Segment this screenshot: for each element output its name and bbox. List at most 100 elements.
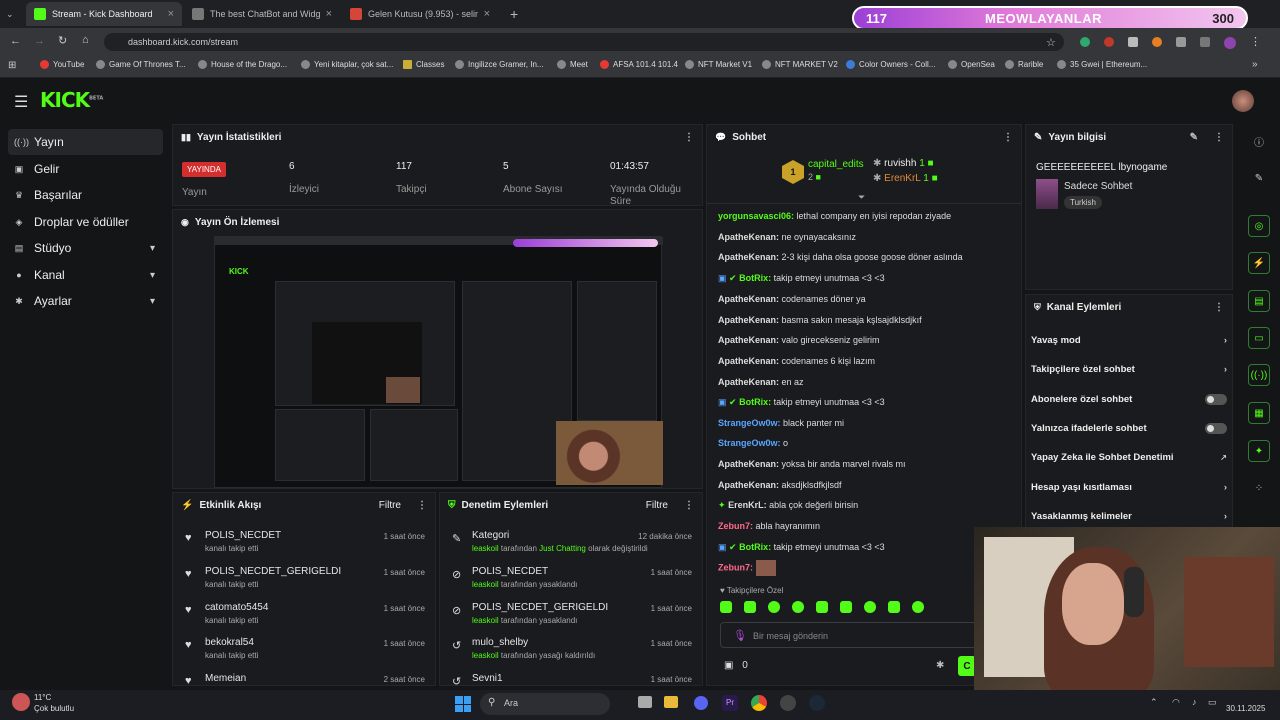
sidebar-item-studyo[interactable]: ▤ Stüdyo ▾: [8, 235, 163, 261]
chat-message[interactable]: Zebun7:: [718, 560, 776, 576]
emote-icon[interactable]: [768, 601, 780, 613]
layout-tool-icon[interactable]: ▦: [1248, 402, 1270, 424]
banned-words-item[interactable]: Yasaklanmış kelimeler ›: [1031, 506, 1227, 526]
sidebar-item-droplar[interactable]: ◈ Droplar ve ödüller: [8, 209, 163, 235]
task-view-icon[interactable]: [638, 696, 652, 708]
extension-icon[interactable]: [1128, 37, 1138, 47]
chat-message[interactable]: StrangeOw0w: o: [718, 438, 788, 448]
filter-button[interactable]: Filtre: [646, 500, 668, 511]
microphone-icon[interactable]: 🎙: [733, 629, 747, 642]
more-options-icon[interactable]: ⋮: [1214, 132, 1224, 143]
taskbar-search[interactable]: ⚲ Ara: [480, 693, 610, 715]
chat-message[interactable]: ▣ ✔ BotRix: takip etmeyi unutmaa <3 <3: [718, 273, 885, 284]
filter-button[interactable]: Filtre: [379, 500, 401, 511]
bookmark[interactable]: Meet: [557, 60, 588, 69]
account-age-item[interactable]: Hesap yaşı kısıtlaması ›: [1031, 477, 1227, 497]
list-item[interactable]: ♥ Memeian 2 saat önce: [173, 671, 435, 685]
slow-mode-item[interactable]: Yavaş mod ›: [1031, 330, 1227, 350]
reading-list-icon[interactable]: [1200, 37, 1210, 47]
emote-icon[interactable]: [744, 601, 756, 613]
document-tool-icon[interactable]: ▤: [1248, 290, 1270, 312]
browser-tab-active[interactable]: Stream - Kick Dashboard ×: [26, 2, 182, 26]
expand-down-icon[interactable]: ⏷: [858, 192, 865, 203]
chat-message[interactable]: ApatheKenan: 2-3 kişi daha olsa goose go…: [718, 252, 963, 262]
profile-avatar-icon[interactable]: [1224, 37, 1236, 49]
chat-tool-icon[interactable]: ▭: [1248, 327, 1270, 349]
bookmark[interactable]: Game Of Thrones T...: [96, 60, 186, 69]
bookmark-star-icon[interactable]: ☆: [1046, 36, 1056, 49]
new-tab-button[interactable]: +: [502, 2, 522, 26]
bookmark[interactable]: NFT MARKET V2: [762, 60, 838, 69]
emote-icon[interactable]: [864, 601, 876, 613]
volume-icon[interactable]: ♪: [1192, 697, 1197, 707]
chat-message[interactable]: yorgunsavasci06: lethal company en iyisi…: [718, 211, 951, 221]
discord-icon[interactable]: [694, 696, 708, 710]
edit-icon[interactable]: ✎: [1190, 132, 1198, 143]
list-item[interactable]: ♥ catomato5454 kanalı takip etti 1 saat önc…: [173, 600, 435, 636]
bookmark[interactable]: YouTube: [40, 60, 84, 69]
edit-icon[interactable]: ✎: [1248, 167, 1270, 189]
info-icon[interactable]: ⓘ: [1248, 130, 1270, 152]
followers-only-chat-item[interactable]: Takipçilere özel sohbet ›: [1031, 359, 1227, 379]
chat-message[interactable]: ApatheKenan: codenames döner ya: [718, 294, 866, 304]
list-item[interactable]: ↺ Sevni1 1 saat önce: [440, 671, 702, 685]
list-item[interactable]: ♥ bekokral54 kanalı takip etti 1 saat önce: [173, 635, 435, 671]
ai-moderation-item[interactable]: Yapay Zeka ile Sohbet Denetimi ↗: [1031, 447, 1227, 467]
emote-icon[interactable]: [792, 601, 804, 613]
chat-points[interactable]: ▣ 0: [724, 660, 748, 671]
browser-menu-icon[interactable]: ⋮: [1250, 35, 1261, 49]
url-field[interactable]: dashboard.kick.com/stream: [104, 33, 1064, 51]
top-gifter-3[interactable]: ✱ ErenKrL 1 ■: [873, 173, 938, 184]
file-explorer-icon[interactable]: [664, 696, 678, 708]
sidebar-item-basarilar[interactable]: ♛ Başarılar: [8, 182, 163, 208]
tab-list-button[interactable]: ⌄: [2, 2, 24, 26]
extensions-puzzle-icon[interactable]: [1176, 37, 1186, 47]
chat-message[interactable]: StrangeOw0w: black panter mi: [718, 418, 844, 428]
chat-message[interactable]: Zebun7: abla hayranımın: [718, 521, 820, 531]
more-options-icon[interactable]: ⋮: [684, 500, 694, 511]
bookmark[interactable]: 35 Gwei | Ethereum...: [1057, 60, 1147, 69]
user-avatar[interactable]: [1232, 90, 1254, 112]
emote-icon[interactable]: [888, 601, 900, 613]
more-options-icon[interactable]: ⋮: [1214, 302, 1224, 313]
chat-message[interactable]: ApatheKenan: yoksa bir anda marvel rival…: [718, 459, 906, 469]
close-tab-icon[interactable]: ×: [326, 8, 332, 20]
list-item[interactable]: ⊘ POLIS_NECDET leaskoil tarafından yasakla…: [440, 564, 702, 600]
apps-tool-icon[interactable]: ⁘: [1248, 477, 1270, 499]
stream-preview-video[interactable]: KICK: [214, 236, 663, 488]
extension-icon[interactable]: [1152, 37, 1162, 47]
obs-icon[interactable]: [780, 695, 796, 711]
chat-message[interactable]: ▣ ✔ BotRix: takip etmeyi unutmaa <3 <3: [718, 542, 885, 553]
chat-message[interactable]: ApatheKenan: en az: [718, 377, 804, 387]
kick-logo[interactable]: KICKBETA: [40, 88, 103, 112]
lightning-tool-icon[interactable]: ⚡: [1248, 252, 1270, 274]
back-icon[interactable]: ←: [10, 35, 21, 47]
steam-icon[interactable]: [809, 695, 825, 711]
reload-icon[interactable]: ↻: [58, 34, 67, 47]
bookmark[interactable]: House of the Drago...: [198, 60, 287, 69]
menu-hamburger-icon[interactable]: ☰: [14, 92, 28, 112]
bookmark[interactable]: Color Owners - Coll...: [846, 60, 935, 69]
sidebar-item-gelir[interactable]: ▣ Gelir: [8, 156, 163, 182]
bookmark[interactable]: Ingilizce Gramer, In...: [455, 60, 544, 69]
bookmark[interactable]: Classes: [403, 60, 444, 69]
chat-message[interactable]: ApatheKenan: ne oynayacaksınız: [718, 232, 856, 242]
sidebar-item-ayarlar[interactable]: ✱ Ayarlar ▾: [8, 288, 163, 314]
bookmark[interactable]: AFSA 101.4 101.4: [600, 60, 678, 69]
chrome-icon[interactable]: [751, 695, 767, 711]
subscribers-only-toggle[interactable]: [1205, 393, 1227, 405]
wrench-tool-icon[interactable]: ✦: [1248, 440, 1270, 462]
chat-message[interactable]: ApatheKenan: codenames 6 kişi lazım: [718, 356, 875, 366]
chat-message[interactable]: ApatheKenan: valo girecekseniz gelirim: [718, 335, 880, 345]
extension-icon[interactable]: [1104, 37, 1114, 47]
chat-message[interactable]: ▣ ✔ BotRix: takip etmeyi unutmaa <3 <3: [718, 397, 885, 408]
browser-tab[interactable]: The best ChatBot and Widgets ×: [184, 2, 340, 26]
more-options-icon[interactable]: ⋮: [417, 500, 427, 511]
list-item[interactable]: ⊘ POLIS_NECDET_GERIGELDI leaskoil tarafınd…: [440, 600, 702, 636]
emotes-only-toggle[interactable]: [1205, 422, 1227, 434]
bookmark[interactable]: Yeni kitaplar, çok sat...: [301, 60, 393, 69]
bookmark[interactable]: NFT Market V1: [685, 60, 752, 69]
tray-chevron-icon[interactable]: ⌃: [1150, 697, 1158, 708]
home-icon[interactable]: ⌂: [82, 34, 89, 46]
forward-icon[interactable]: →: [34, 35, 45, 47]
